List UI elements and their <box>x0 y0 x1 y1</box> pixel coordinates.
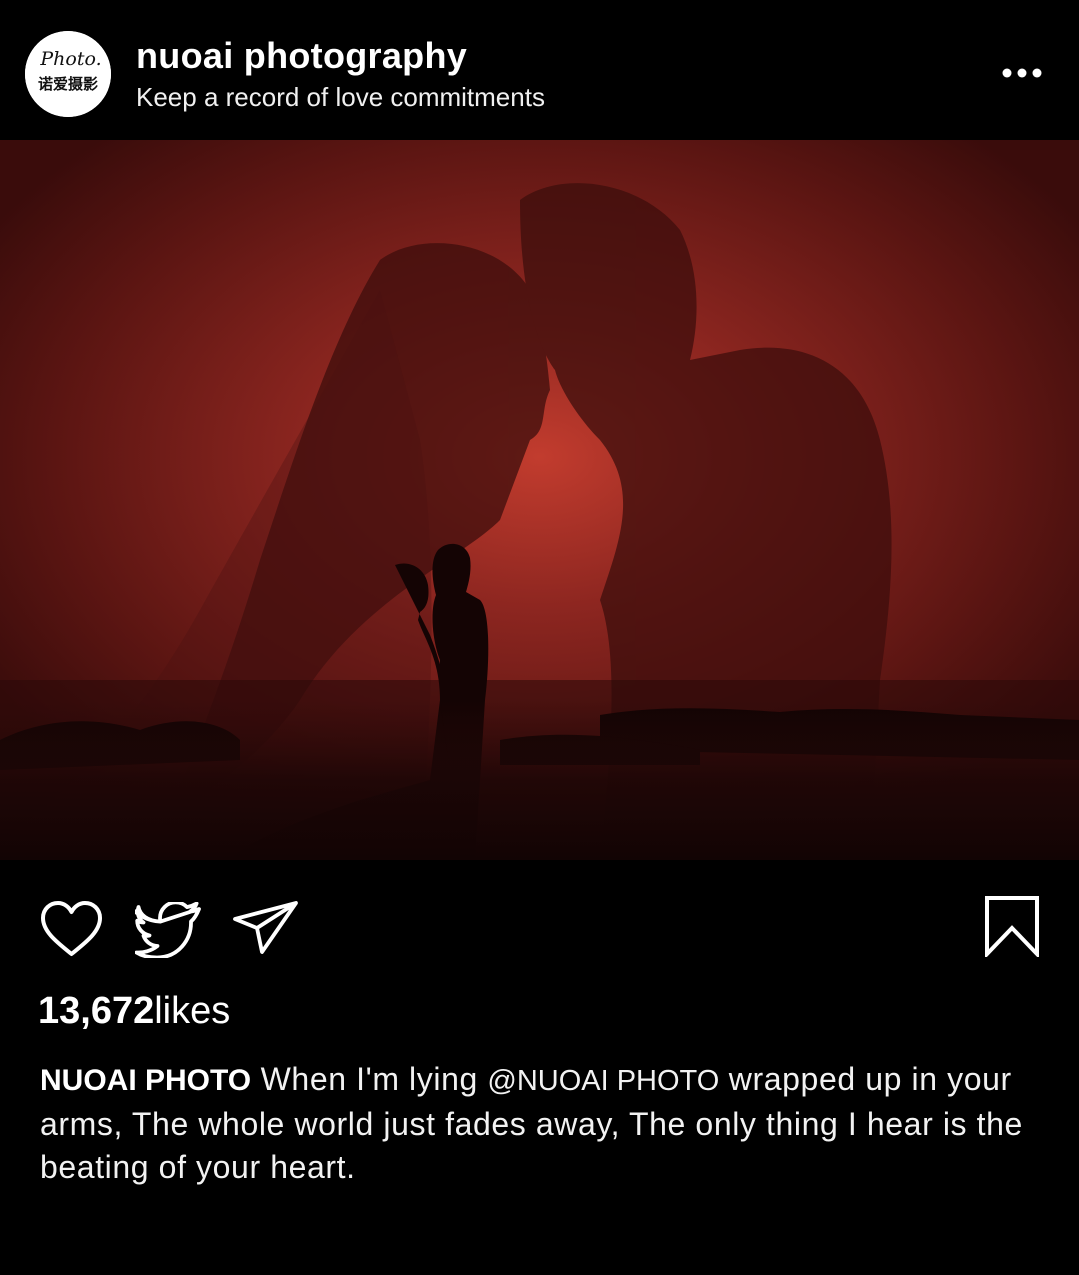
logo-script-text: Photo. <box>39 48 101 70</box>
account-name[interactable]: nuoai photography <box>136 35 467 77</box>
post-caption: NUOAI PHOTO When I'm lying @NUOAI PHOTO … <box>40 1058 1050 1189</box>
send-button[interactable] <box>232 900 300 956</box>
likes-number: 13,672 <box>38 990 155 1032</box>
brand-logo: Photo. 诺爱摄影 <box>25 31 111 117</box>
avatar[interactable]: Photo. 诺爱摄影 <box>25 31 111 117</box>
caption-text-before-mention: When I'm lying <box>251 1061 488 1097</box>
twitter-bird-icon <box>135 902 201 958</box>
more-horizontal-icon <box>1002 68 1042 78</box>
post-photo[interactable] <box>0 140 1079 860</box>
likes-label: likes <box>154 990 231 1032</box>
heart-icon <box>41 901 102 956</box>
post-action-bar <box>0 890 1079 970</box>
logo-chinese-text: 诺爱摄影 <box>38 75 98 93</box>
save-button[interactable] <box>984 895 1040 957</box>
like-button[interactable] <box>40 900 103 958</box>
likes-count[interactable]: 13,672likes <box>38 990 230 1033</box>
caption-username[interactable]: NUOAI PHOTO <box>40 1064 251 1097</box>
bookmark-icon <box>985 896 1039 957</box>
post-header: Photo. 诺爱摄影 nuoai photography Keep a rec… <box>0 0 1079 140</box>
caption-mention[interactable]: @NUOAI PHOTO <box>487 1065 719 1097</box>
account-subtitle: Keep a record of love commitments <box>136 82 545 112</box>
wedding-silhouette-image <box>0 140 1079 860</box>
share-twitter-button[interactable] <box>135 902 203 958</box>
more-options-button[interactable] <box>995 58 1049 88</box>
paper-plane-icon <box>233 901 298 954</box>
